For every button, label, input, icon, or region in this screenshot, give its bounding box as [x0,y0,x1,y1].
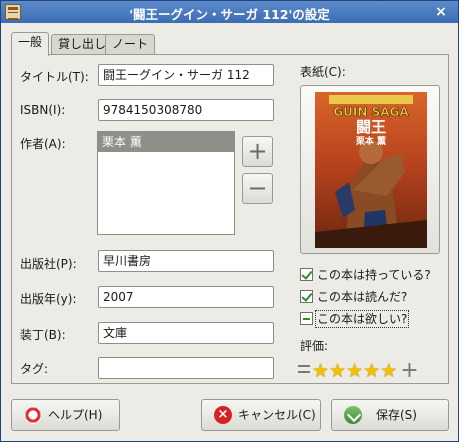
check-icon [300,290,313,303]
general-panel: タイトル(T): 闘王ーグイン・サーガ 112 ISBN(I): 9784150… [11,54,449,384]
year-label: 出版年(y): [20,292,77,306]
tab-lending[interactable]: 貸し出し [51,34,114,55]
cover-title-text: 闘王 [356,118,386,136]
want-book-checkbox[interactable]: この本は欲しい? [300,310,410,328]
publisher-label: 出版社(P): [20,257,77,271]
save-down-arrow-icon [344,406,362,424]
publisher-field[interactable]: 早川書房 [98,250,274,272]
cover-series-text: GUIN SAGA [333,105,409,119]
rating-widget[interactable]: ★★★★★ + [298,358,419,383]
remove-author-button[interactable]: − [242,173,273,204]
cancel-button[interactable]: × キャンセル(C) [201,399,321,431]
window-title: '闘王ーグイン・サーガ 112'の設定 [129,7,330,22]
cover-author-text: 栗本 薫 [356,135,386,147]
save-button-label: 保存(S) [376,408,417,422]
isbn-label: ISBN(I): [20,103,66,117]
own-book-label: この本は持っている? [317,268,431,282]
cover-label: 表紙(C): [300,65,346,79]
help-button-label: ヘルプ(H) [48,408,103,422]
read-book-label: この本は読んだ? [317,290,408,304]
tags-label: タグ: [20,362,49,376]
check-icon [300,268,313,281]
mixed-check-icon [300,312,313,325]
lifebuoy-icon [24,406,42,424]
close-window-button[interactable]: × [432,3,450,21]
isbn-field[interactable]: 9784150308780 [98,99,274,121]
help-button[interactable]: ヘルプ(H) [11,399,120,431]
book-cover-image: GUIN SAGA 闘王 栗本 薫 [315,92,427,248]
star-icon[interactable]: ★ [363,360,380,382]
rating-label: 評価: [300,339,329,353]
preferences-window: '闘王ーグイン・サーガ 112'の設定 × 一般 貸し出し ノート タイトル(T… [0,0,459,442]
book-app-icon [5,4,21,20]
tab-general[interactable]: 一般 [11,32,50,56]
star-icon[interactable]: ★ [346,360,363,382]
star-icon[interactable]: ★ [329,360,346,382]
cover-image-button[interactable]: GUIN SAGA 闘王 栗本 薫 [300,85,440,254]
tags-field[interactable] [98,357,274,379]
year-field[interactable]: 2007 [98,286,274,308]
cancel-button-label: キャンセル(C) [238,408,316,422]
title-bar: '闘王ーグイン・サーガ 112'の設定 × [1,1,458,23]
add-author-button[interactable]: + [242,136,273,167]
star-icon[interactable]: ★ [312,360,329,382]
binding-field[interactable]: 文庫 [98,322,274,344]
own-book-checkbox[interactable]: この本は持っている? [300,266,431,282]
clear-rating-icon[interactable] [298,365,310,373]
want-book-label: この本は欲しい? [314,310,410,328]
tab-notes[interactable]: ノート [105,34,156,55]
title-field[interactable]: 闘王ーグイン・サーガ 112 [98,64,274,86]
title-label: タイトル(T): [20,70,89,84]
cancel-x-icon: × [214,406,232,424]
star-icon[interactable]: ★ [380,360,397,382]
read-book-checkbox[interactable]: この本は読んだ? [300,288,407,304]
authors-list[interactable]: 栗本 薫 [97,131,235,235]
authors-label: 作者(A): [20,137,66,151]
add-rating-icon[interactable]: + [400,358,418,383]
binding-label: 装丁(B): [20,328,66,342]
save-button[interactable]: 保存(S) [331,399,449,431]
list-item[interactable]: 栗本 薫 [98,132,234,152]
